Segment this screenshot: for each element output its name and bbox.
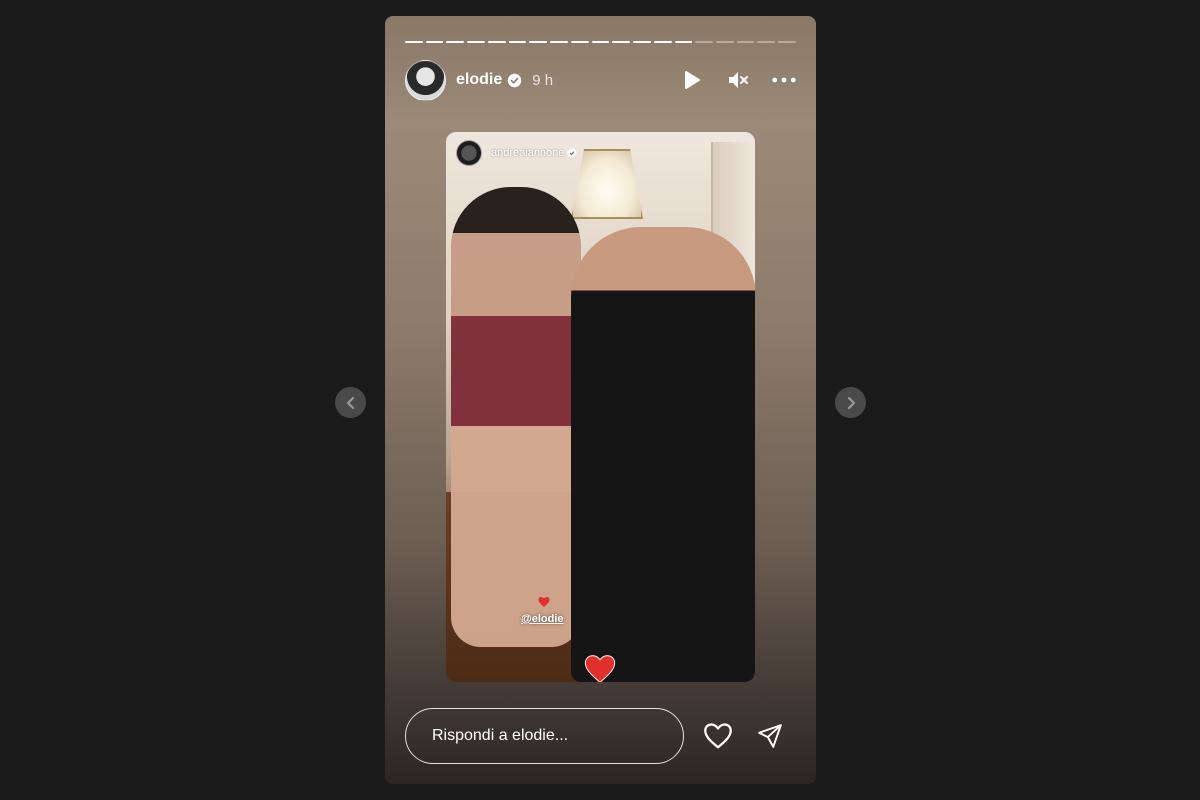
- avatar[interactable]: [405, 59, 446, 101]
- previous-story-button[interactable]: [335, 387, 366, 418]
- progress-segment: [467, 41, 485, 43]
- progress-segment: [425, 41, 444, 43]
- chevron-left-icon: [346, 396, 354, 409]
- send-icon: [758, 724, 782, 748]
- photo-lamp: [571, 149, 643, 219]
- progress-segment: [633, 41, 651, 43]
- progress-segment: [653, 41, 672, 43]
- progress-segment: [674, 41, 693, 43]
- story-controls: [680, 68, 796, 92]
- story-header: elodie 9 h: [405, 59, 796, 101]
- progress-segment: [695, 41, 714, 43]
- progress-segment: [529, 41, 548, 43]
- play-button[interactable]: [680, 68, 704, 92]
- share-button[interactable]: [753, 719, 787, 753]
- progress-segment: [487, 41, 506, 43]
- like-button[interactable]: [701, 719, 735, 753]
- heart-sticker-icon: [538, 595, 550, 607]
- photo-man-figure: [571, 227, 755, 682]
- mute-button[interactable]: [726, 68, 750, 92]
- more-options-button[interactable]: [772, 68, 796, 92]
- progress-segment: [778, 41, 796, 43]
- verified-badge-icon: [567, 148, 577, 158]
- more-options-icon: [772, 77, 796, 83]
- reply-placeholder: Rispondi a elodie...: [432, 727, 569, 744]
- story-viewer: elodie 9 h andreaiannone @elodie Rispond…: [385, 16, 816, 784]
- play-icon: [685, 71, 700, 89]
- photo-woman-figure: [451, 187, 581, 647]
- progress-segment: [716, 41, 734, 43]
- repost-username[interactable]: andreaiannone: [491, 147, 564, 159]
- progress-segment: [612, 41, 631, 43]
- progress-segment: [570, 41, 589, 43]
- story-username[interactable]: elodie: [456, 71, 502, 89]
- story-photo: andreaiannone @elodie: [446, 132, 755, 682]
- progress-segment: [591, 41, 610, 43]
- progress-segment: [446, 41, 465, 43]
- progress-segment: [405, 41, 423, 43]
- heart-outline-icon: [704, 723, 732, 749]
- muted-speaker-icon: [729, 72, 748, 88]
- story-progress-bar: [405, 41, 796, 43]
- red-heart-icon: [584, 654, 616, 682]
- story-timestamp: 9 h: [532, 71, 554, 89]
- progress-segment: [757, 41, 776, 43]
- progress-segment: [550, 41, 568, 43]
- reposted-from[interactable]: andreaiannone: [456, 140, 577, 166]
- mention-sticker[interactable]: @elodie: [521, 613, 564, 625]
- progress-segment: [508, 41, 527, 43]
- repost-avatar[interactable]: [456, 140, 482, 166]
- next-story-button[interactable]: [835, 387, 866, 418]
- verified-badge-icon: [507, 73, 522, 88]
- progress-segment: [736, 41, 755, 43]
- reply-input[interactable]: Rispondi a elodie...: [405, 708, 684, 764]
- chevron-right-icon: [847, 396, 855, 409]
